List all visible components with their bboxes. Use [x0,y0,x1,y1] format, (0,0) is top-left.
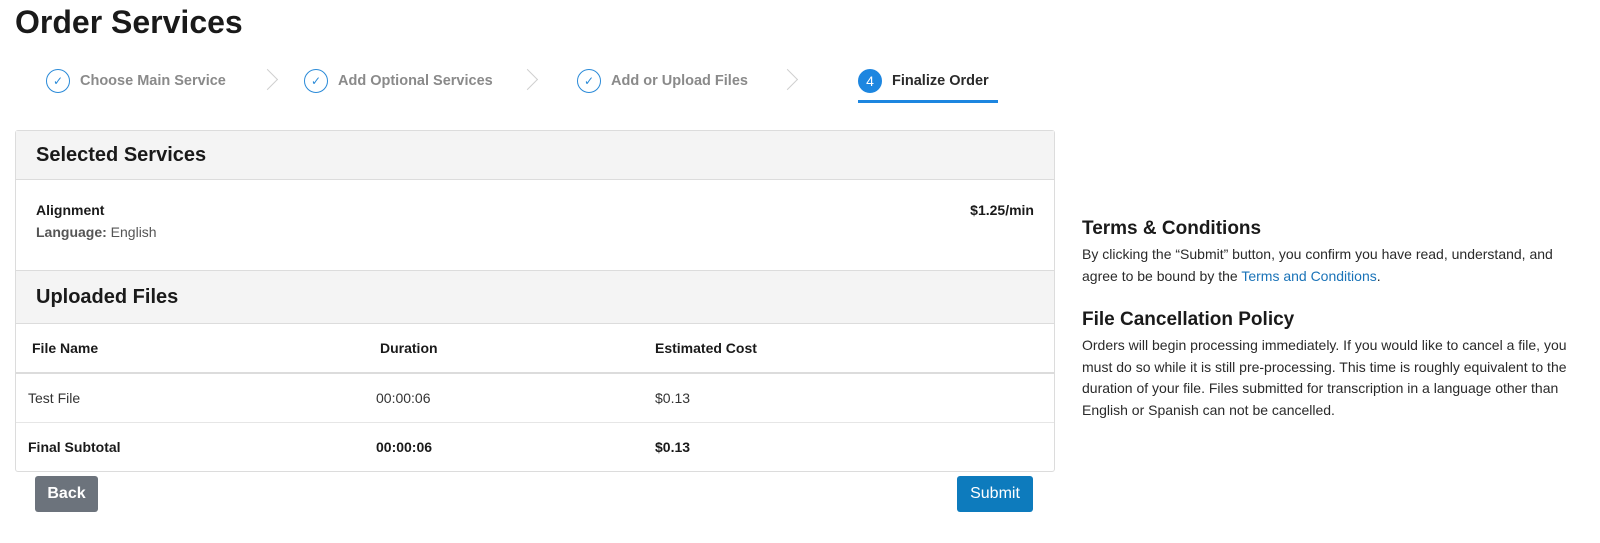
chevron-right-icon [516,68,539,91]
checkmark-icon: ✓ [46,69,70,93]
chevron-right-icon [776,68,799,91]
uploaded-files-table: File Name Duration Estimated Cost Test F… [16,324,1054,471]
service-language: Language: English [36,224,157,240]
language-value: English [110,224,157,240]
subtotal-row: Final Subtotal 00:00:06 $0.13 [16,423,1054,472]
column-header-estimated-cost: Estimated Cost [654,324,1054,374]
checkmark-icon: ✓ [577,69,601,93]
selected-service-row: Alignment Language: English $1.25/min [16,180,1054,270]
back-button[interactable]: Back [35,476,98,512]
subtotal-cost: $0.13 [655,439,691,455]
cancellation-text: Orders will begin processing immediately… [1082,337,1567,418]
cost-cell: $0.13 [654,373,1054,423]
terms-text: By clicking the “Submit” button, you con… [1082,244,1582,287]
subtotal-duration: 00:00:06 [376,439,433,455]
cancellation-heading: File Cancellation Policy [1082,309,1295,330]
service-price: $1.25/min [970,202,1034,218]
order-stepper: ✓ Choose Main Service ✓ Add Optional Ser… [0,62,1040,106]
terms-text-after: . [1376,267,1381,284]
service-name: Alignment [36,202,105,218]
cancellation-policy-block: File Cancellation Policy Orders will beg… [1082,309,1582,421]
table-row: Test File 00:00:06 $0.13 [16,373,1054,423]
page-title: Order Services [15,4,243,40]
order-info-sidebar: Terms & Conditions By clicking the “Subm… [1082,218,1582,421]
uploaded-files-heading: Uploaded Files [16,270,1054,324]
column-header-file-name: File Name [16,324,375,374]
terms-link[interactable]: Terms and Conditions [1241,268,1376,284]
column-header-duration: Duration [375,324,654,374]
duration-cell: 00:00:06 [375,373,654,423]
step-finalize-order[interactable]: 4 Finalize Order [858,66,989,96]
language-label: Language: [36,224,107,240]
active-step-indicator [858,100,998,103]
submit-button[interactable]: Submit [957,476,1033,512]
step-add-optional-services[interactable]: ✓ Add Optional Services [304,66,493,96]
file-name-cell: Test File [16,373,375,423]
order-summary-card: Selected Services Alignment Language: En… [15,130,1055,472]
chevron-right-icon [256,68,279,91]
table-header-row: File Name Duration Estimated Cost [16,324,1054,374]
subtotal-label: Final Subtotal [28,439,121,455]
selected-services-heading: Selected Services [16,131,1054,180]
step-label: Finalize Order [892,73,989,89]
checkmark-icon: ✓ [304,69,328,93]
step-add-or-upload-files[interactable]: ✓ Add or Upload Files [577,66,748,96]
terms-heading: Terms & Conditions [1082,218,1262,239]
step-number-badge: 4 [858,69,882,93]
step-choose-main-service[interactable]: ✓ Choose Main Service [46,66,226,96]
step-label: Add or Upload Files [611,73,748,89]
terms-block: Terms & Conditions By clicking the “Subm… [1082,218,1582,287]
step-label: Add Optional Services [338,73,493,89]
step-label: Choose Main Service [80,73,226,89]
